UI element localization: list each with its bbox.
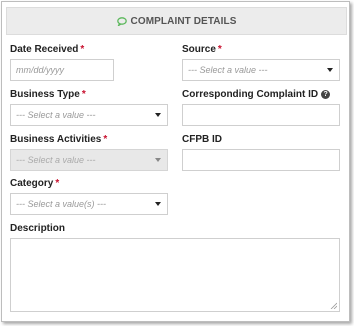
business-type-label: Business Type * (10, 89, 86, 100)
corresponding-complaint-id-input[interactable] (182, 104, 340, 126)
caret-down-icon (155, 113, 161, 117)
required-marker: * (217, 44, 222, 55)
corresponding-complaint-id-label: Corresponding Complaint ID? (182, 89, 331, 100)
resize-grip-icon[interactable] (330, 302, 337, 309)
business-activities-select: --- Select a value --- (10, 149, 168, 171)
caret-down-icon (327, 68, 333, 72)
category-select-value: --- Select a value(s) --- (16, 199, 107, 209)
category-select[interactable]: --- Select a value(s) --- (10, 193, 168, 215)
question-circle-icon[interactable]: ? (321, 90, 331, 99)
required-marker: * (81, 89, 86, 100)
section-title: COMPLAINT DETAILS (130, 15, 237, 27)
source-select-value: --- Select a value --- (188, 65, 268, 75)
description-label: Description (10, 223, 66, 234)
description-textarea[interactable] (10, 238, 340, 312)
required-marker: * (80, 44, 85, 55)
business-activities-select-value: --- Select a value --- (16, 155, 96, 165)
complaint-details-panel: COMPLAINT DETAILS Date Received * mm/dd/y… (1, 1, 350, 322)
business-activities-label: Business Activities * (10, 134, 108, 145)
required-marker: * (55, 178, 60, 189)
caret-down-icon (155, 158, 161, 162)
business-type-select-value: --- Select a value --- (16, 110, 96, 120)
caret-down-icon (155, 202, 161, 206)
date-received-input[interactable]: mm/dd/yyyy (10, 59, 114, 81)
source-label: Source * (182, 44, 222, 55)
required-marker: * (103, 134, 108, 145)
date-received-placeholder: mm/dd/yyyy (16, 65, 65, 75)
section-header: COMPLAINT DETAILS (6, 7, 347, 35)
business-type-select[interactable]: --- Select a value --- (10, 104, 168, 126)
cfpb-id-input[interactable] (182, 149, 340, 171)
date-received-label: Date Received * (10, 44, 85, 55)
cfpb-id-label: CFPB ID (182, 134, 222, 145)
category-label: Category * (10, 178, 60, 189)
source-select[interactable]: --- Select a value --- (182, 59, 340, 81)
speech-bubble-icon (116, 16, 127, 26)
